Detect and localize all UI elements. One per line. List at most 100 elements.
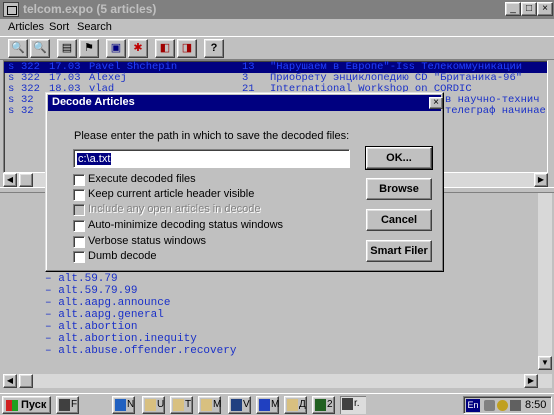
article-subject: телеграф начинае (445, 105, 546, 117)
taskbar-button-5[interactable]: M (198, 396, 221, 414)
taskbar-button-8[interactable]: Д (284, 396, 307, 414)
task-label: N (127, 399, 135, 410)
program-icon (115, 399, 126, 411)
dialog-titlebar[interactable]: Decode Articles × (48, 95, 443, 111)
tray-program-icon[interactable] (510, 400, 521, 411)
scroll-thumb[interactable] (19, 173, 33, 187)
task-label: T (185, 399, 192, 410)
start-button[interactable]: Пуск (2, 396, 51, 414)
dialog-prompt: Please enter the path in which to save t… (74, 130, 350, 142)
dialog-title: Decode Articles (52, 96, 135, 108)
path-input-value: c:\a.txt (77, 153, 112, 165)
toolbar-button-4[interactable]: ⚑ (79, 39, 99, 58)
newsgroup-hscrollbar[interactable]: ◀ ▶ (3, 374, 552, 388)
help-icon: ? (210, 42, 218, 54)
taskbar-button-10[interactable]: r. (340, 396, 366, 414)
newsgroup-vscrollbar[interactable]: ▼ (538, 193, 552, 370)
list-item[interactable]: – alt.abortion (45, 321, 137, 333)
menu-bar: Articles Sort Search (0, 19, 554, 36)
smart-filer-button[interactable]: Smart Filer (366, 240, 432, 262)
window-title: telcom.expo (5 articles) (23, 2, 157, 16)
browse-button[interactable]: Browse (366, 178, 432, 200)
list-item[interactable]: – alt.59.79.99 (45, 285, 137, 297)
save-icon: ▣ (110, 42, 122, 54)
toolbar-button-9[interactable]: ? (204, 39, 224, 58)
taskbar-button-9[interactable]: 2 (312, 396, 335, 414)
close-button[interactable]: × (537, 2, 553, 16)
task-label: Д (299, 399, 306, 410)
checkbox-box[interactable] (73, 189, 85, 201)
checkbox-box[interactable] (73, 220, 85, 232)
scroll-left-icon[interactable]: ◀ (3, 374, 17, 388)
program-icon (342, 398, 353, 410)
folder-icon (201, 399, 212, 411)
toolbar-button-7[interactable]: ◧ (155, 39, 175, 58)
list-item[interactable]: – alt.abuse.offender.recovery (45, 345, 236, 357)
task-label: V (243, 399, 250, 410)
list-item[interactable]: – alt.aapg.announce (45, 297, 170, 309)
app-icon[interactable] (3, 2, 19, 17)
dialog-close-button[interactable]: × (429, 97, 443, 109)
search-icon: 🔍 (11, 42, 25, 54)
taskbar-button-2[interactable]: N (112, 396, 135, 414)
scroll-down-icon[interactable]: ▼ (538, 356, 552, 370)
scroll-right-icon[interactable]: ▶ (534, 173, 548, 187)
cancel-button[interactable]: Cancel (366, 209, 432, 231)
ok-button[interactable]: OK... (365, 146, 433, 170)
next-group-icon: ◨ (181, 42, 193, 54)
scroll-left-icon[interactable]: ◀ (3, 173, 17, 187)
scroll-thumb[interactable] (19, 374, 33, 388)
checkbox-box[interactable] (73, 251, 85, 263)
list-item[interactable]: – alt.aapg.general (45, 309, 164, 321)
scroll-right-icon[interactable]: ▶ (524, 374, 538, 388)
taskbar-button-6[interactable]: V (228, 396, 251, 414)
list-item[interactable]: – alt.abortion.inequity (45, 333, 197, 345)
task-label: U (157, 399, 165, 410)
program-icon (59, 399, 70, 411)
network-icon[interactable] (484, 400, 495, 411)
task-label: 2 (327, 399, 333, 410)
window-titlebar[interactable]: telcom.expo (5 articles) _ □ × (0, 0, 554, 19)
checkbox-label: Include any open articles in decode (88, 203, 261, 215)
toolbar-button-2[interactable]: 🔍 (30, 39, 50, 58)
speaker-icon[interactable] (497, 400, 508, 411)
path-input[interactable]: c:\a.txt (73, 149, 350, 168)
task-label: M (271, 399, 280, 410)
task-label: r. (354, 398, 360, 409)
taskbar-button-3[interactable]: U (142, 396, 165, 414)
taskbar-button-7[interactable]: M (256, 396, 279, 414)
toolbar: 🔍 🔍 ▤ ⚑ ▣ ✱ ◧ ◨ ? (0, 36, 554, 60)
checkbox-box[interactable] (73, 236, 85, 248)
toolbar-button-1[interactable]: 🔍 (8, 39, 28, 58)
toolbar-button-5[interactable]: ▣ (106, 39, 126, 58)
system-tray: En 8:50 (463, 396, 552, 414)
taskbar: Пуск F N U T M V M Д 2 r. En 8:50 (0, 393, 554, 415)
program-icon (315, 399, 326, 411)
checkbox-box[interactable] (73, 174, 85, 186)
menu-search[interactable]: Search (77, 21, 112, 33)
toolbar-button-6[interactable]: ✱ (128, 39, 148, 58)
program-icon (231, 399, 242, 411)
taskbar-button-4[interactable]: T (170, 396, 193, 414)
maximize-button[interactable]: □ (521, 2, 537, 16)
checkbox-label: Auto-minimize decoding status windows (88, 219, 284, 231)
taskbar-button-1[interactable]: F (56, 396, 79, 414)
toolbar-button-3[interactable]: ▤ (57, 39, 77, 58)
list-item[interactable]: – alt.59.79 (45, 273, 118, 285)
checkbox-label: Dumb decode (88, 250, 157, 262)
folder-icon (145, 399, 156, 411)
language-indicator[interactable]: En (466, 399, 480, 412)
menu-articles[interactable]: Articles (8, 21, 44, 33)
folder-icon (287, 399, 298, 411)
task-label: F (71, 399, 78, 410)
article-list-icon: ▤ (61, 42, 73, 54)
windows-logo-icon (6, 400, 18, 411)
checkbox-label: Keep current article header visible (88, 188, 255, 200)
search-next-icon: 🔍 (33, 42, 47, 54)
menu-sort[interactable]: Sort (49, 21, 69, 33)
minimize-button[interactable]: _ (505, 2, 521, 16)
toolbar-button-8[interactable]: ◨ (177, 39, 197, 58)
start-label: Пуск (21, 399, 47, 411)
prev-group-icon: ◧ (159, 42, 171, 54)
article-flag: s (8, 105, 15, 117)
